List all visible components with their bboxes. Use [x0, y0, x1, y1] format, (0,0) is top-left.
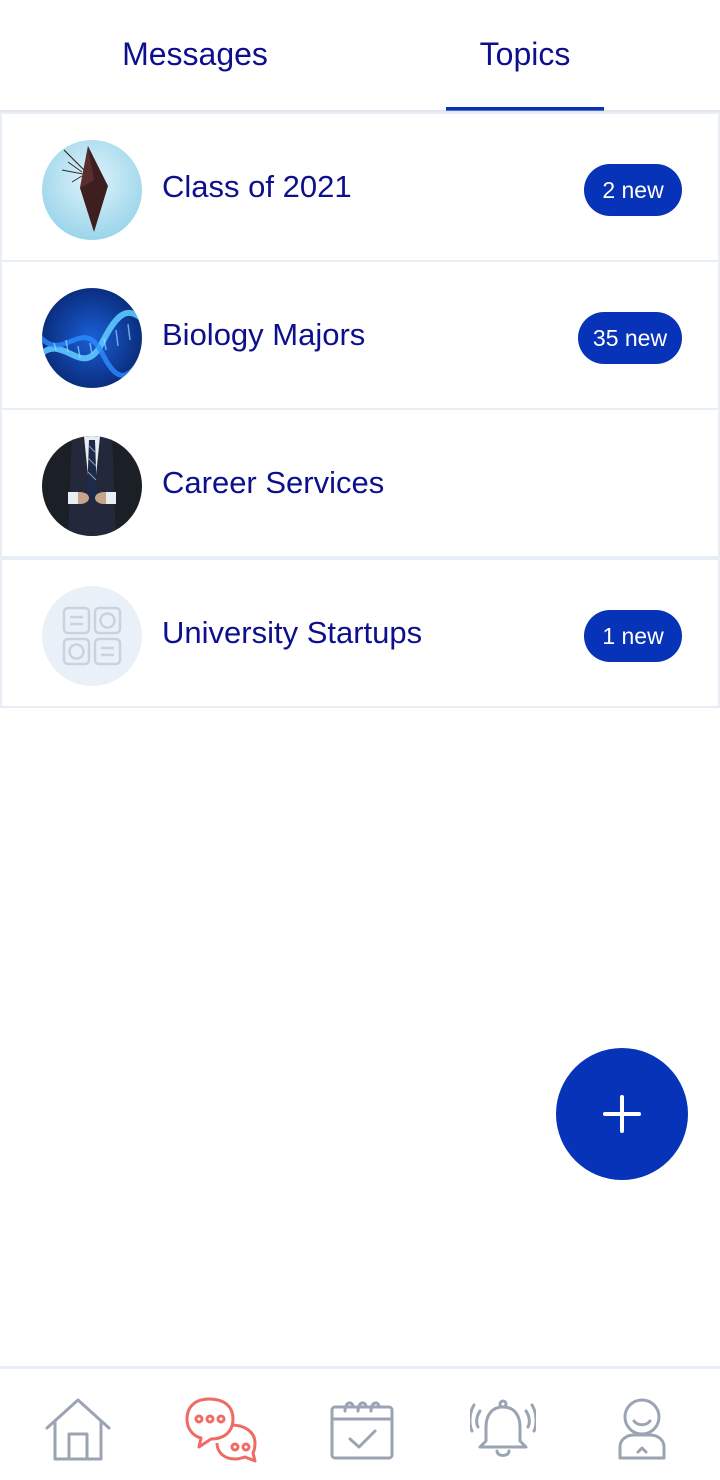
new-count-badge: 1 new — [584, 610, 682, 662]
topic-name: University Startups — [162, 615, 423, 650]
dna-helix-photo — [42, 288, 142, 388]
calendar-check-icon — [330, 1401, 394, 1460]
nav-calendar[interactable] — [322, 1389, 402, 1469]
app-screen: Messages Topics Class of 2021 2 new Biol… — [0, 0, 720, 1480]
tab-topics[interactable]: Topics — [446, 0, 604, 112]
topic-avatar-graduation-cap — [42, 140, 142, 240]
business-suit-photo — [42, 436, 142, 536]
new-count-badge: 35 new — [578, 312, 682, 364]
plus-icon — [603, 1095, 641, 1133]
nav-notifications[interactable] — [463, 1389, 543, 1469]
home-icon — [45, 1398, 111, 1461]
bell-icon — [470, 1399, 536, 1457]
topic-row-biology-majors[interactable]: Biology Majors 35 new — [0, 260, 720, 410]
topic-name: Class of 2021 — [162, 169, 352, 204]
topic-row-career-services[interactable]: Career Services — [0, 408, 720, 558]
add-topic-button[interactable] — [556, 1048, 688, 1180]
profile-icon — [618, 1398, 666, 1460]
topic-avatar-placeholder — [42, 586, 142, 686]
nav-home[interactable] — [38, 1389, 118, 1469]
topic-name: Career Services — [162, 465, 385, 500]
topic-row-class-of-2021[interactable]: Class of 2021 2 new — [0, 112, 720, 262]
placeholder-grid-icon — [62, 606, 122, 666]
nav-messages[interactable] — [181, 1389, 261, 1469]
new-count-badge: 2 new — [584, 164, 682, 216]
active-tab-indicator — [446, 107, 604, 111]
graduation-cap-photo — [42, 140, 142, 240]
topic-name: Biology Majors — [162, 317, 366, 352]
topic-avatar-dna — [42, 288, 142, 388]
bottom-nav — [0, 1366, 720, 1480]
topic-row-university-startups[interactable]: University Startups 1 new — [0, 558, 720, 708]
tab-messages[interactable]: Messages — [110, 0, 280, 112]
chat-bubbles-icon — [185, 1397, 257, 1463]
tab-bar: Messages Topics — [0, 0, 720, 112]
nav-profile[interactable] — [602, 1389, 682, 1469]
topic-avatar-suit — [42, 436, 142, 536]
